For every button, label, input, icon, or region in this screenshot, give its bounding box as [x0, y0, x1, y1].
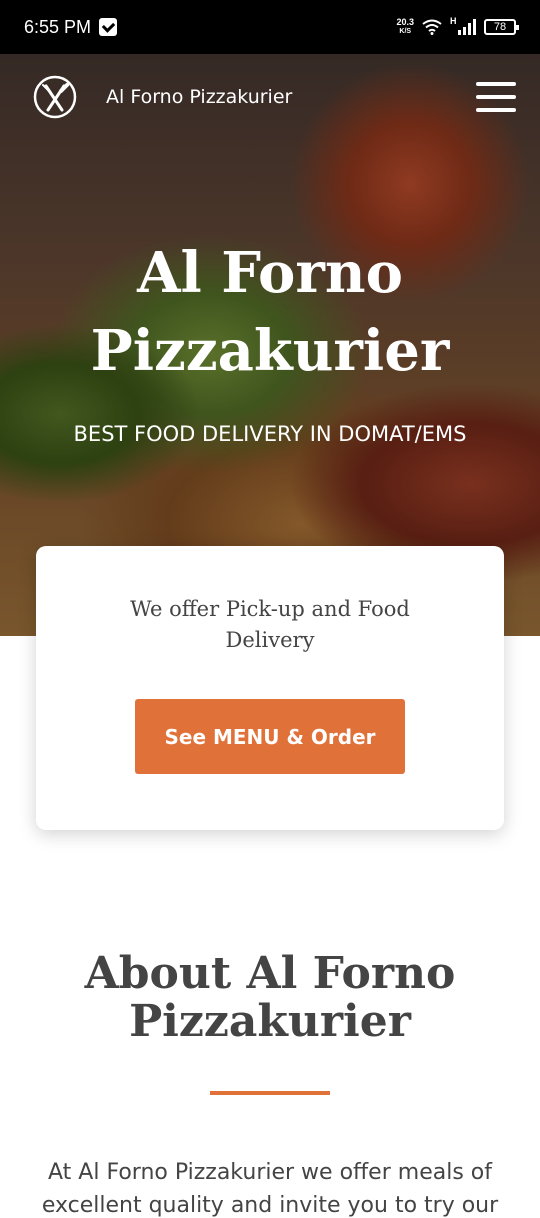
- hamburger-menu-button[interactable]: [476, 82, 516, 112]
- battery-level: 78: [493, 21, 507, 33]
- app-notification-icon: [99, 18, 118, 36]
- hero-title-line1: Al Forno: [137, 240, 403, 306]
- about-title-line2: Pizzakurier: [129, 996, 411, 1047]
- network-type: H: [450, 16, 457, 26]
- hero-subtitle: BEST FOOD DELIVERY IN DOMAT/EMS: [73, 422, 467, 446]
- plate-cutlery-icon[interactable]: [32, 74, 78, 120]
- cell-signal-icon: H: [450, 16, 476, 35]
- hamburger-icon-bar: [476, 108, 516, 112]
- hero-title: Al Forno Pizzakurier: [0, 234, 540, 390]
- status-time: 6:55 PM: [24, 16, 92, 37]
- navbar: Al Forno Pizzakurier: [0, 72, 540, 122]
- about-title: About Al Forno Pizzakurier: [0, 950, 540, 1046]
- network-speed: 20.3 K/S: [396, 18, 414, 36]
- status-indicators: 20.3 K/S H 78: [396, 16, 519, 36]
- hamburger-icon-bar: [476, 82, 516, 86]
- about-title-line1: About Al Forno: [84, 948, 456, 999]
- status-bar: 6:55 PM 20.3 K/S H 78: [0, 0, 540, 54]
- brand-name[interactable]: Al Forno Pizzakurier: [106, 86, 292, 108]
- section-divider: [210, 1091, 330, 1095]
- about-text: At Al Forno Pizzakurier we offer meals o…: [41, 1160, 499, 1218]
- hamburger-icon-bar: [476, 95, 516, 99]
- wifi-icon: [422, 19, 442, 35]
- service-description: We offer Pick-up and Food Delivery: [130, 597, 410, 652]
- see-menu-order-button[interactable]: See MENU & Order: [135, 699, 405, 774]
- hero-title-line2: Pizzakurier: [90, 318, 450, 384]
- service-card: We offer Pick-up and Food Delivery See M…: [36, 546, 504, 830]
- network-speed-unit: K/S: [399, 28, 412, 35]
- battery-icon: 78: [484, 19, 519, 35]
- network-speed-value: 20.3: [396, 17, 414, 27]
